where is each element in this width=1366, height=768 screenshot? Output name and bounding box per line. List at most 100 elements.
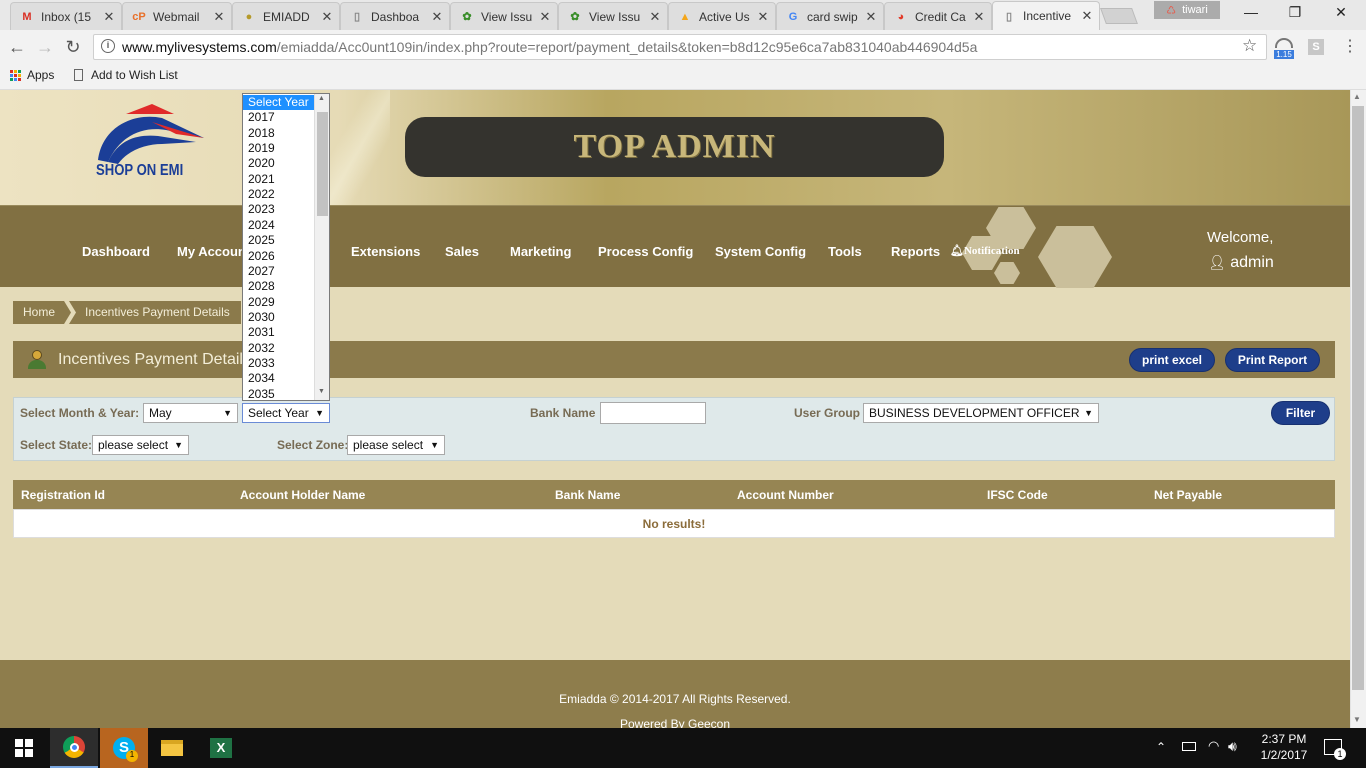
close-tab-icon[interactable]: ✕: [1079, 8, 1095, 24]
scroll-down-icon[interactable]: ▼: [1353, 715, 1361, 724]
close-tab-icon[interactable]: ✕: [211, 9, 227, 25]
close-tab-icon[interactable]: ✕: [971, 9, 987, 25]
nav-marketing[interactable]: Marketing: [510, 244, 571, 259]
skype-taskbar-button[interactable]: S 1: [100, 728, 148, 768]
extension-speed-icon[interactable]: 1.15: [1274, 38, 1294, 60]
reload-icon[interactable]: ↻: [62, 37, 84, 57]
nav-system-config[interactable]: System Config: [715, 244, 806, 259]
year-option[interactable]: 2024: [243, 218, 314, 233]
close-tab-icon[interactable]: ✕: [647, 9, 663, 25]
page-scrollbar-thumb[interactable]: [1352, 106, 1364, 690]
year-option[interactable]: 2032: [243, 341, 314, 356]
browser-tab[interactable]: ◕ Credit Ca ✕: [884, 2, 992, 30]
browser-tab[interactable]: ✿ View Issu ✕: [450, 2, 558, 30]
close-tab-icon[interactable]: ✕: [863, 9, 879, 25]
year-option[interactable]: Select Year: [243, 95, 314, 111]
print-report-button[interactable]: Print Report: [1225, 348, 1320, 372]
filter-button[interactable]: Filter: [1271, 401, 1330, 425]
close-tab-icon[interactable]: ✕: [755, 9, 771, 25]
dropdown-scrollbar[interactable]: ▲ ▼: [314, 94, 329, 400]
year-option[interactable]: 2021: [243, 172, 314, 187]
column-header[interactable]: Registration Id: [21, 488, 105, 502]
year-option[interactable]: 2034: [243, 371, 314, 386]
year-option[interactable]: 2029: [243, 295, 314, 310]
year-option[interactable]: 2023: [243, 202, 314, 217]
wishlist-bookmark[interactable]: Add to Wish List: [74, 68, 178, 82]
year-option[interactable]: 2020: [243, 156, 314, 171]
year-option[interactable]: 2035: [243, 387, 314, 400]
browser-tab[interactable]: Gcard swip ✕: [776, 2, 884, 30]
zone-select[interactable]: please select ▼: [347, 435, 445, 455]
clock[interactable]: 2:37 PM 1/2/2017: [1252, 731, 1316, 763]
extension-s-icon[interactable]: S: [1308, 39, 1324, 55]
nav-tools[interactable]: Tools: [828, 244, 862, 259]
browser-tab-active[interactable]: ▯ Incentive ✕: [992, 1, 1100, 30]
month-select[interactable]: May ▼: [143, 403, 238, 423]
close-tab-icon[interactable]: ✕: [101, 9, 117, 25]
state-select[interactable]: please select ▼: [92, 435, 189, 455]
start-button[interactable]: [0, 728, 48, 768]
year-option[interactable]: 2025: [243, 233, 314, 248]
info-icon[interactable]: i: [101, 39, 115, 53]
year-select[interactable]: Select Year ▼: [242, 403, 330, 423]
nav-dashboard[interactable]: Dashboard: [82, 244, 150, 259]
apps-bookmark[interactable]: Apps: [10, 68, 54, 82]
column-header[interactable]: Account Number: [737, 488, 834, 502]
profile-button[interactable]: ♺ tiwari: [1154, 1, 1220, 19]
print-excel-button[interactable]: print excel: [1129, 348, 1215, 372]
bank-name-input[interactable]: [600, 402, 706, 424]
volume-icon[interactable]: 🔊︎: [1228, 738, 1237, 755]
nav-process-config[interactable]: Process Config: [598, 244, 693, 259]
excel-taskbar-button[interactable]: X: [197, 728, 245, 768]
breadcrumb-home[interactable]: Home: [13, 301, 71, 324]
browser-tab[interactable]: ▲ Active Us ✕: [668, 2, 776, 30]
user-menu[interactable]: 👤︎ admin: [1208, 254, 1274, 272]
scroll-up-icon[interactable]: ▲: [318, 95, 325, 102]
close-tab-icon[interactable]: ✕: [429, 9, 445, 25]
year-option[interactable]: 2026: [243, 249, 314, 264]
file-explorer-taskbar-button[interactable]: [148, 728, 196, 768]
nav-sales[interactable]: Sales: [445, 244, 479, 259]
column-header[interactable]: Account Holder Name: [240, 488, 365, 502]
year-option[interactable]: 2030: [243, 310, 314, 325]
column-header[interactable]: Bank Name: [555, 488, 620, 502]
close-tab-icon[interactable]: ✕: [537, 9, 553, 25]
chevron-up-icon[interactable]: ⌃: [1156, 740, 1166, 754]
back-icon[interactable]: ←: [6, 37, 28, 57]
browser-tab[interactable]: ● EMIADD ✕: [232, 2, 340, 30]
user-group-select[interactable]: BUSINESS DEVELOPMENT OFFICER ▼: [863, 403, 1099, 423]
nav-reports[interactable]: Reports: [891, 244, 940, 259]
nav-extensions[interactable]: Extensions: [351, 244, 420, 259]
dropdown-scrollbar-thumb[interactable]: [317, 112, 328, 216]
column-header[interactable]: Net Payable: [1154, 488, 1222, 502]
browser-tab[interactable]: ▯ Dashboa ✕: [340, 2, 450, 30]
year-option[interactable]: 2033: [243, 356, 314, 371]
year-option[interactable]: 2028: [243, 279, 314, 294]
maximize-icon[interactable]: ❐: [1280, 4, 1310, 22]
minimize-icon[interactable]: —: [1236, 4, 1266, 22]
chrome-taskbar-button[interactable]: [50, 728, 98, 768]
scroll-down-icon[interactable]: ▼: [318, 388, 325, 395]
close-tab-icon[interactable]: ✕: [319, 9, 335, 25]
close-window-icon[interactable]: ✕: [1326, 4, 1356, 22]
nav-notification[interactable]: 🔔︎Notification: [950, 244, 1020, 257]
bookmark-star-icon[interactable]: ☆: [1242, 36, 1257, 56]
scroll-up-icon[interactable]: ▲: [1353, 92, 1361, 101]
menu-icon[interactable]: ⋮: [1342, 36, 1358, 56]
year-option[interactable]: 2018: [243, 126, 314, 141]
nav-my-account[interactable]: My Account: [177, 244, 250, 259]
year-option[interactable]: 2031: [243, 325, 314, 340]
browser-tab[interactable]: cP Webmail ✕: [122, 2, 232, 30]
year-option[interactable]: 2019: [243, 141, 314, 156]
wifi-icon[interactable]: ◠: [1208, 738, 1219, 754]
forward-icon[interactable]: →: [34, 37, 56, 57]
year-option[interactable]: 2027: [243, 264, 314, 279]
address-bar[interactable]: www.mylivesystems.com/emiadda/Acc0unt109…: [93, 34, 1267, 60]
battery-icon[interactable]: [1182, 742, 1196, 751]
year-option[interactable]: 2017: [243, 110, 314, 125]
year-option[interactable]: 2022: [243, 187, 314, 202]
browser-tab[interactable]: ✿ View Issu ✕: [558, 2, 668, 30]
column-header[interactable]: IFSC Code: [987, 488, 1048, 502]
browser-tab[interactable]: M Inbox (15 ✕: [10, 2, 122, 30]
new-tab-button[interactable]: [1100, 8, 1138, 24]
